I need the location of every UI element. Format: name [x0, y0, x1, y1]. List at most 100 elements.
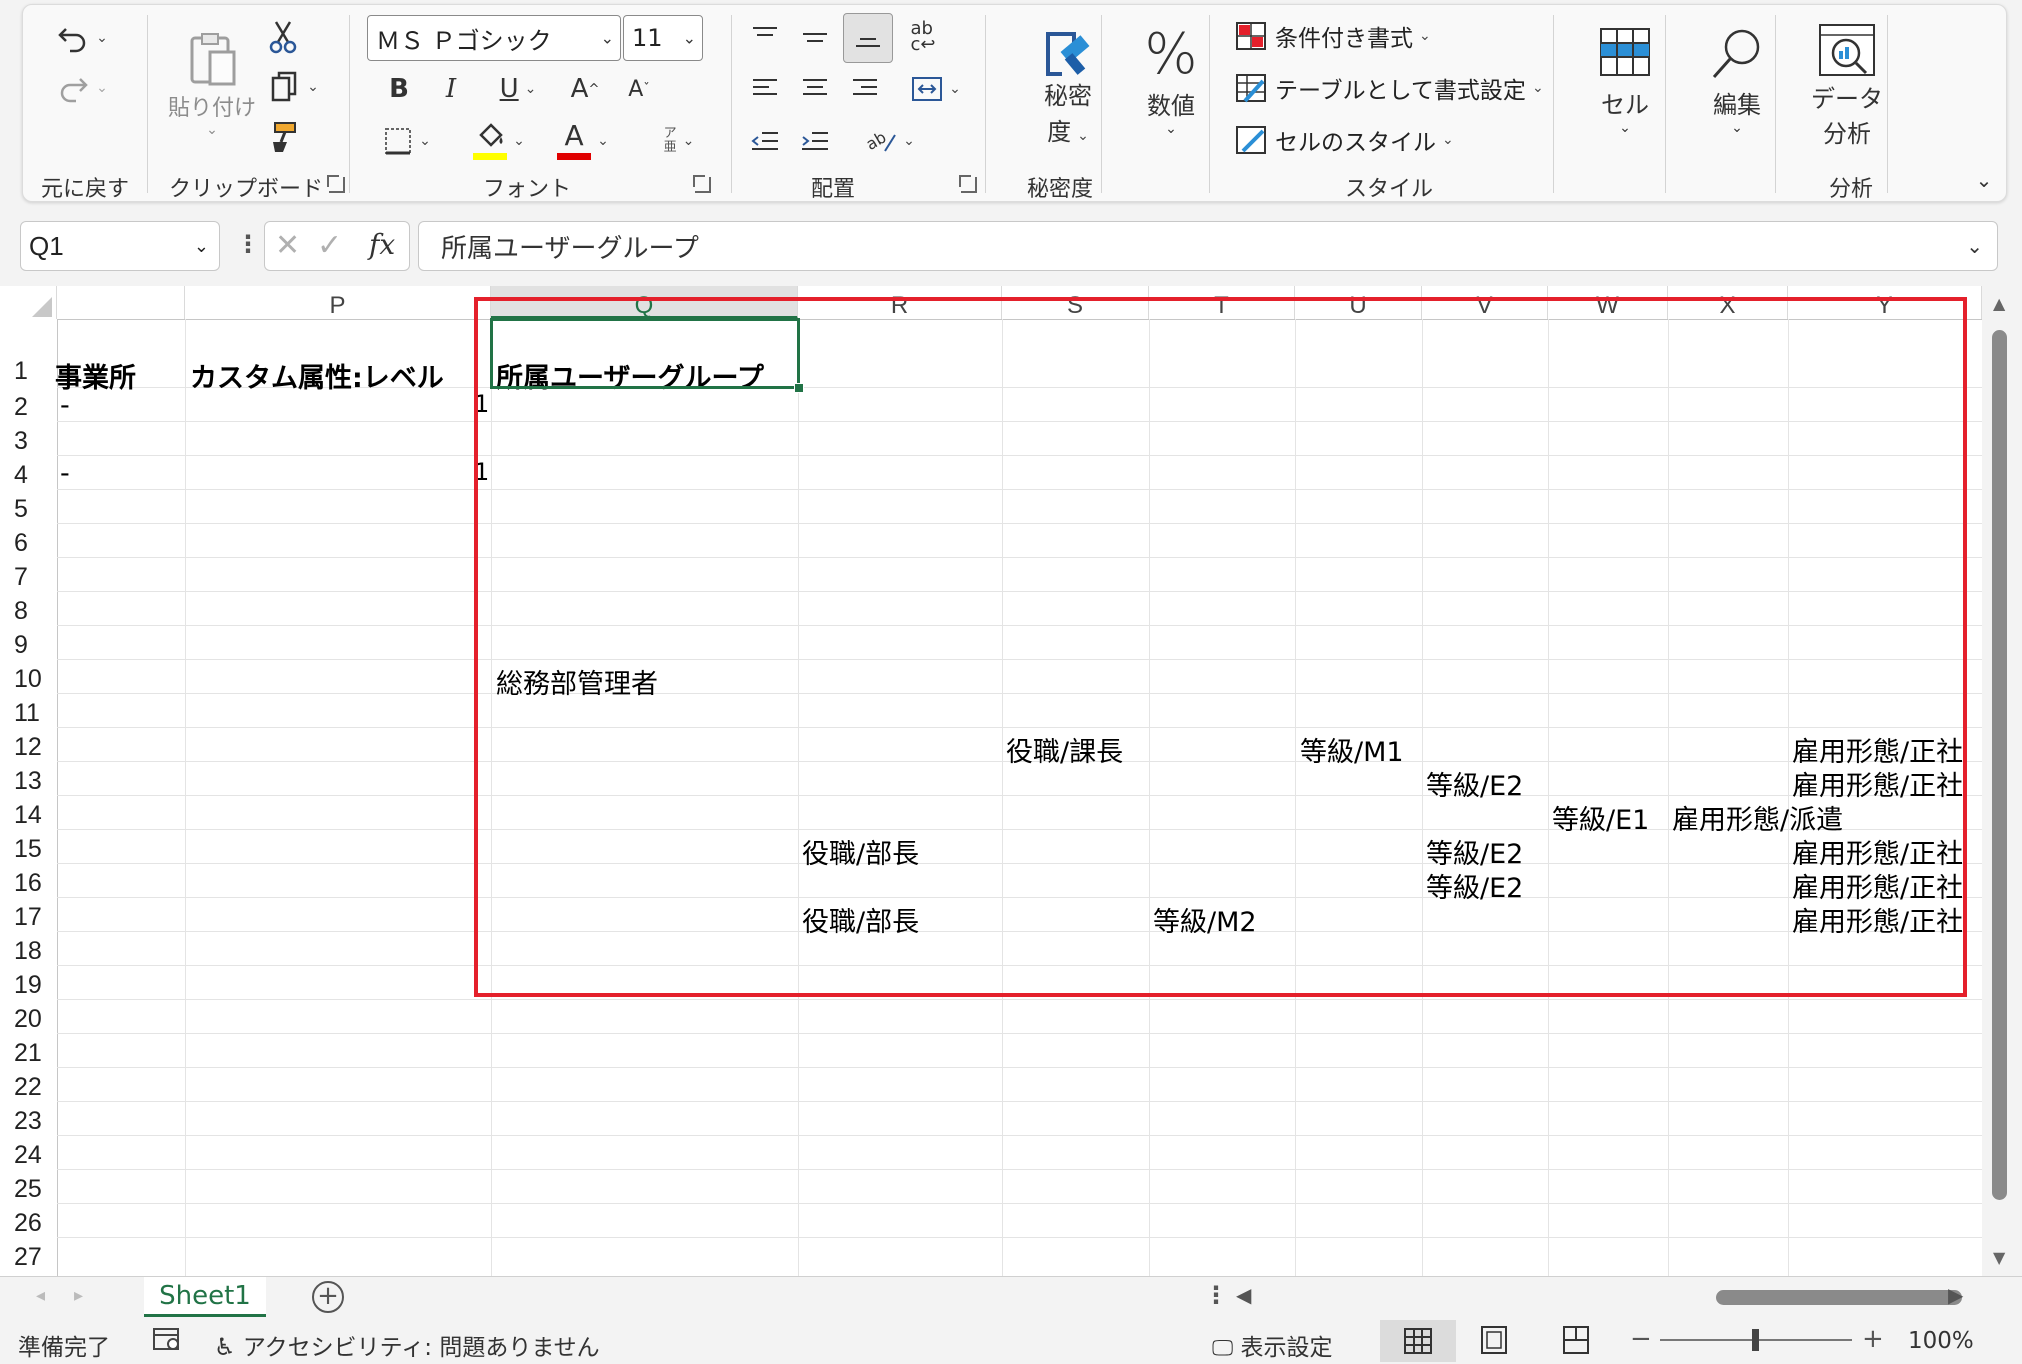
column-header-y[interactable]: Y [1788, 286, 1982, 319]
column-header-s[interactable]: S [1002, 286, 1149, 319]
row-header[interactable]: 5 [0, 495, 56, 524]
zoom-level[interactable]: 100% [1908, 1328, 1974, 1354]
horizontal-scroll-thumb[interactable] [1716, 1290, 1962, 1305]
add-sheet-button[interactable]: + [312, 1281, 344, 1313]
row-header[interactable]: 26 [0, 1209, 56, 1238]
font-color-button[interactable]: A ⌄ [541, 117, 625, 165]
italic-button[interactable]: I [431, 69, 471, 109]
number-format-button[interactable]: % 数値 ⌄ [1121, 15, 1221, 145]
orientation-button[interactable]: ab ⌄ [847, 119, 933, 163]
cell-t17[interactable]: 等級/M2 [1153, 900, 1257, 939]
cell-styles-button[interactable]: セルのスタイル ⌄ [1235, 123, 1454, 157]
row-header[interactable]: 13 [0, 767, 56, 796]
cell-r17[interactable]: 役職/部長 [802, 900, 919, 939]
sheet-tab-sheet1[interactable]: Sheet1 [144, 1277, 266, 1317]
row-header[interactable]: 23 [0, 1107, 56, 1136]
fill-color-button[interactable]: ⌄ [457, 117, 541, 165]
align-top-button[interactable] [743, 15, 787, 59]
row-header[interactable]: 1 [0, 352, 56, 390]
scroll-up-icon[interactable]: ▲ [1993, 294, 2005, 313]
font-size-select[interactable]: 11 ⌄ [623, 15, 703, 61]
alignment-launcher[interactable] [959, 175, 977, 193]
row-header[interactable]: 10 [0, 665, 56, 694]
row-header[interactable]: 25 [0, 1175, 56, 1204]
cell-p4[interactable]: 1 [474, 458, 489, 486]
scroll-left-icon[interactable]: ◀ [1236, 1283, 1251, 1307]
row-header[interactable]: 20 [0, 1005, 56, 1034]
vertical-scrollbar[interactable]: ▲ ▼ [1982, 286, 2022, 1276]
clipboard-launcher[interactable] [327, 175, 345, 193]
cell-y17[interactable]: 雇用形態/正社 [1792, 900, 1970, 939]
worksheet-grid[interactable]: P Q R S T U V W X Y 1 2 3 4 5 6 7 8 9 10… [0, 286, 1982, 1276]
formula-input[interactable]: 所属ユーザーグループ ⌄ [418, 221, 1998, 271]
borders-button[interactable]: ⌄ [367, 121, 447, 161]
cell-u12[interactable]: 等級/M1 [1300, 730, 1404, 769]
editing-button[interactable]: 編集 ⌄ [1687, 15, 1787, 145]
column-header-o[interactable] [57, 286, 185, 319]
page-break-view-button[interactable] [1562, 1326, 1590, 1360]
row-header[interactable]: 16 [0, 869, 56, 898]
cells-button[interactable]: セル ⌄ [1575, 15, 1675, 145]
increase-indent-button[interactable] [793, 119, 837, 163]
column-header-v[interactable]: V [1422, 286, 1548, 319]
accessibility-status[interactable]: ♿ アクセシビリティ: 問題ありません [214, 1328, 600, 1362]
enter-icon[interactable]: ✓ [317, 228, 342, 263]
row-header[interactable]: 2 [0, 393, 56, 422]
fill-handle[interactable] [794, 383, 804, 393]
align-middle-button[interactable] [793, 15, 837, 59]
column-header-r[interactable]: R [798, 286, 1002, 319]
column-header-t[interactable]: T [1149, 286, 1295, 319]
more-options-icon[interactable]: ⋮ [236, 230, 260, 258]
font-launcher[interactable] [693, 175, 711, 193]
scroll-right-icon[interactable]: ▶ [1948, 1283, 1963, 1307]
undo-button[interactable]: ⌄ [47, 15, 117, 61]
insert-function-button[interactable]: fx [369, 228, 395, 261]
row-header[interactable]: 15 [0, 835, 56, 864]
page-layout-view-button[interactable] [1480, 1326, 1508, 1360]
cut-button[interactable] [263, 17, 303, 57]
column-header-w[interactable]: W [1548, 286, 1668, 319]
cell-w14[interactable]: 等級/E1 [1552, 798, 1649, 837]
collapse-ribbon-button[interactable]: ⌄ [1969, 165, 1999, 195]
row-header[interactable]: 27 [0, 1243, 56, 1272]
scroll-tabs-left-icon[interactable]: ◂ [36, 1285, 45, 1306]
align-right-button[interactable] [843, 67, 887, 111]
zoom-in-button[interactable]: + [1862, 1324, 1884, 1354]
select-all-button[interactable] [0, 286, 57, 319]
row-header[interactable]: 22 [0, 1073, 56, 1102]
cancel-icon[interactable]: ✕ [275, 228, 300, 263]
bold-button[interactable]: B [379, 69, 419, 109]
column-header-q[interactable]: Q [491, 286, 798, 319]
more-options-icon[interactable]: ⋮ [1204, 1281, 1228, 1309]
copy-button[interactable]: ⌄ [259, 67, 329, 107]
cell-q10[interactable]: 総務部管理者 [496, 662, 658, 701]
redo-button[interactable]: ⌄ [47, 65, 117, 111]
column-header-p[interactable]: P [185, 286, 491, 319]
underline-button[interactable]: U ⌄ [483, 69, 553, 109]
cell-p2[interactable]: 1 [474, 390, 489, 418]
cell-s12[interactable]: 役職/課長 [1006, 730, 1123, 769]
column-header-u[interactable]: U [1295, 286, 1422, 319]
name-box[interactable]: Q1 ⌄ [20, 221, 220, 271]
row-header[interactable]: 9 [0, 631, 56, 660]
cell-p1[interactable]: カスタム属性:レベル [190, 356, 444, 395]
row-header[interactable]: 3 [0, 427, 56, 456]
font-name-select[interactable]: ＭＳ Ｐゴシック ⌄ [367, 15, 621, 61]
cell-r15[interactable]: 役職/部長 [802, 832, 919, 871]
wrap-text-button[interactable]: ab c↩ [899, 15, 947, 59]
row-header[interactable]: 21 [0, 1039, 56, 1068]
cell-v13[interactable]: 等級/E2 [1426, 764, 1523, 803]
cell-v16[interactable]: 等級/E2 [1426, 866, 1523, 905]
row-header[interactable]: 14 [0, 801, 56, 830]
row-header[interactable]: 4 [0, 461, 56, 490]
align-center-button[interactable] [793, 67, 837, 111]
row-header[interactable]: 24 [0, 1141, 56, 1170]
merge-center-button[interactable]: ⌄ [893, 67, 979, 111]
row-header[interactable]: 11 [0, 699, 56, 728]
scroll-tabs-right-icon[interactable]: ▸ [74, 1285, 83, 1306]
align-left-button[interactable] [743, 67, 787, 111]
row-header[interactable]: 7 [0, 563, 56, 592]
zoom-slider-thumb[interactable] [1752, 1329, 1759, 1351]
normal-view-button[interactable] [1380, 1320, 1456, 1362]
display-settings-button[interactable]: 🖵 表示設定 [1212, 1328, 1333, 1362]
